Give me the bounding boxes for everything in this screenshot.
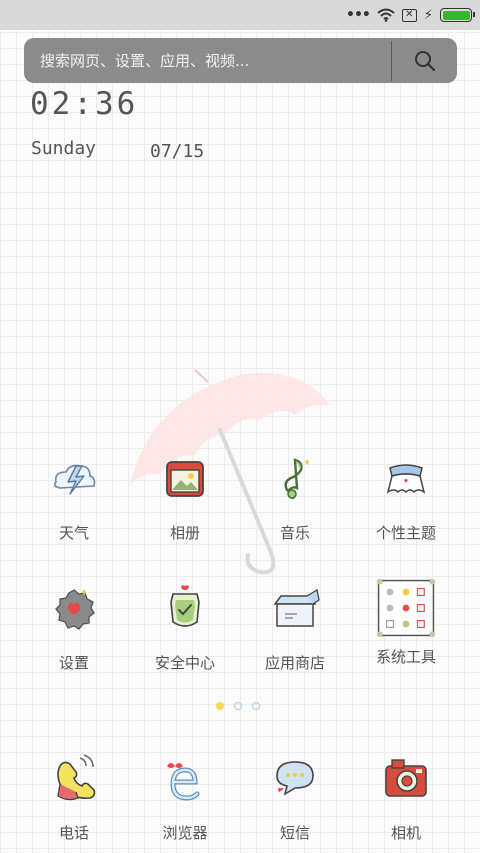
no-sim-icon: ✕ xyxy=(401,8,417,22)
settings-icon xyxy=(55,589,95,630)
browser-icon xyxy=(167,763,200,801)
page-dot-2[interactable] xyxy=(234,702,242,710)
system-tools-folder-icon xyxy=(376,578,436,638)
app-weather[interactable]: 天气 xyxy=(19,452,129,543)
search-icon xyxy=(414,50,435,71)
page-indicator[interactable] xyxy=(216,702,260,710)
app-system-tools[interactable]: 系统工具 xyxy=(351,578,461,667)
dock-label-camera: 相机 xyxy=(390,824,421,842)
dock-label-messages: 短信 xyxy=(279,824,310,842)
messages-icon xyxy=(276,761,314,796)
app-gallery[interactable]: 相册 xyxy=(130,452,240,543)
dock-camera[interactable]: 相机 xyxy=(351,752,461,843)
clock-day: Sunday xyxy=(31,138,97,159)
dock-label-phone: 电话 xyxy=(58,824,89,842)
wifi-icon xyxy=(377,8,395,22)
dock-browser[interactable]: 浏览器 xyxy=(130,752,240,843)
search-input[interactable]: 搜索网页、设置、应用、视频... xyxy=(24,50,391,71)
camera-icon xyxy=(385,759,427,797)
clock-time[interactable]: 02:36 xyxy=(30,86,138,122)
app-label-system-tools: 系统工具 xyxy=(375,648,436,666)
app-music[interactable]: 音乐 xyxy=(240,452,350,543)
dock-phone[interactable]: 电话 xyxy=(19,752,129,843)
app-label-music: 音乐 xyxy=(279,524,310,542)
dock-label-browser: 浏览器 xyxy=(162,824,208,842)
app-store-box-icon xyxy=(273,588,320,627)
search-bar[interactable]: 搜索网页、设置、应用、视频... xyxy=(24,38,457,83)
battery-level xyxy=(442,10,470,20)
app-label-themes: 个性主题 xyxy=(375,524,436,542)
app-label-security: 安全中心 xyxy=(154,654,215,672)
status-bar: ••• ✕ ⚡ xyxy=(0,0,480,30)
clock-date: 07/15 xyxy=(150,141,205,162)
page-dot-1[interactable] xyxy=(216,702,224,710)
more-notifications-icon: ••• xyxy=(346,7,371,23)
themes-icon xyxy=(386,464,426,494)
security-shield-icon xyxy=(170,585,200,627)
app-themes[interactable]: 个性主题 xyxy=(351,452,461,543)
app-settings[interactable]: 设置 xyxy=(19,582,129,673)
phone-icon xyxy=(57,754,96,801)
app-label-settings: 设置 xyxy=(58,654,89,672)
music-icon xyxy=(284,458,309,500)
search-button[interactable] xyxy=(392,38,457,83)
battery-icon xyxy=(440,8,475,22)
app-security[interactable]: 安全中心 xyxy=(130,582,240,673)
app-label-gallery: 相册 xyxy=(169,524,200,542)
weather-icon xyxy=(53,464,96,495)
app-label-app-store: 应用商店 xyxy=(264,654,325,672)
app-app-store[interactable]: 应用商店 xyxy=(240,582,350,673)
app-label-weather: 天气 xyxy=(58,524,89,542)
charging-icon: ⚡ xyxy=(423,7,433,23)
page-dot-3[interactable] xyxy=(252,702,260,710)
dock-messages[interactable]: 短信 xyxy=(240,752,350,843)
gallery-icon xyxy=(166,461,204,497)
